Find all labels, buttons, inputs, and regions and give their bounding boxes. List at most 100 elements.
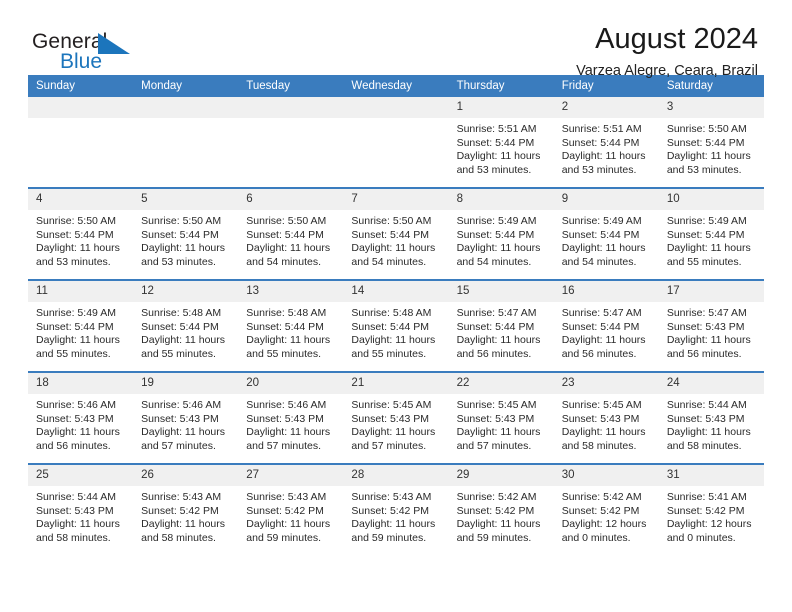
daylight-text: Daylight: 11 hours and 56 minutes.	[456, 334, 541, 360]
day-number: 5	[133, 189, 239, 210]
calendar-day-cell[interactable]: 31 Sunrise: 5:41 AM Sunset: 5:42 PM Dayligh…	[658, 463, 764, 555]
calendar-day-cell[interactable]: 9 Sunrise: 5:49 AM Sunset: 5:44 PM Daylight…	[553, 187, 659, 280]
calendar-day-cell-empty	[133, 97, 239, 188]
day-number: 31	[658, 465, 764, 486]
calendar-week-row: 11 Sunrise: 5:49 AM Sunset: 5:44 PM Dayligh…	[28, 279, 764, 372]
day-number: 4	[28, 189, 134, 210]
day-number: 27	[238, 465, 344, 486]
sunrise-text: Sunrise: 5:51 AM	[561, 123, 642, 135]
day-info: Sunrise: 5:46 AM Sunset: 5:43 PM Daylight:…	[133, 394, 238, 453]
daylight-text: Daylight: 11 hours and 58 minutes.	[36, 518, 120, 544]
calendar-day-cell[interactable]: 17 Sunrise: 5:47 AM Sunset: 5:43 PM Dayligh…	[658, 279, 764, 372]
calendar-day-cell-empty	[238, 97, 344, 188]
day-info: Sunrise: 5:47 AM Sunset: 5:44 PM Daylight:…	[449, 302, 554, 361]
day-number: 12	[133, 281, 239, 302]
day-number: 1	[448, 97, 554, 118]
day-info: Sunrise: 5:50 AM Sunset: 5:44 PM Daylight:…	[238, 210, 343, 269]
calendar-day-cell[interactable]: 19 Sunrise: 5:46 AM Sunset: 5:43 PM Dayligh…	[133, 371, 239, 464]
daylight-text: Daylight: 11 hours and 55 minutes.	[36, 334, 120, 360]
sunset-text: Sunset: 5:42 PM	[561, 504, 640, 517]
day-info: Sunrise: 5:48 AM Sunset: 5:44 PM Daylight:…	[238, 302, 343, 361]
calendar-day-cell[interactable]: 10 Sunrise: 5:49 AM Sunset: 5:44 PM Dayligh…	[658, 187, 764, 280]
day-number: 26	[133, 465, 239, 486]
daylight-text: Daylight: 11 hours and 56 minutes.	[666, 334, 751, 360]
day-number: 6	[238, 189, 344, 210]
calendar-day-cell[interactable]: 3 Sunrise: 5:50 AM Sunset: 5:44 PM Daylight…	[658, 97, 764, 188]
sunrise-text: Sunrise: 5:47 AM	[456, 307, 537, 319]
day-info: Sunrise: 5:50 AM Sunset: 5:44 PM Daylight:…	[659, 118, 764, 177]
sunrise-text: Sunrise: 5:43 AM	[141, 491, 222, 503]
day-number: 29	[448, 465, 554, 486]
calendar-day-cell[interactable]: 27 Sunrise: 5:43 AM Sunset: 5:42 PM Dayligh…	[238, 463, 344, 555]
sunset-text: Sunset: 5:44 PM	[561, 320, 640, 333]
sunrise-text: Sunrise: 5:50 AM	[141, 215, 222, 227]
daylight-text: Daylight: 11 hours and 54 minutes.	[456, 242, 541, 268]
day-info: Sunrise: 5:42 AM Sunset: 5:42 PM Daylight:…	[554, 486, 659, 545]
calendar-day-cell[interactable]: 5 Sunrise: 5:50 AM Sunset: 5:44 PM Daylight…	[133, 187, 239, 280]
daylight-text: Daylight: 11 hours and 56 minutes.	[561, 334, 646, 360]
sunset-text: Sunset: 5:44 PM	[561, 228, 640, 241]
day-number: 11	[28, 281, 134, 302]
day-number: 16	[553, 281, 659, 302]
day-info: Sunrise: 5:49 AM Sunset: 5:44 PM Daylight:…	[449, 210, 554, 269]
calendar-day-cell[interactable]: 25 Sunrise: 5:44 AM Sunset: 5:43 PM Dayligh…	[28, 463, 134, 555]
general-blue-logo[interactable]: General Blue	[32, 30, 152, 76]
calendar-day-cell[interactable]: 29 Sunrise: 5:42 AM Sunset: 5:42 PM Dayligh…	[448, 463, 554, 555]
page-subtitle: Varzea Alegre, Ceara, Brazil	[576, 63, 758, 79]
title-block: August 2024 Varzea Alegre, Ceara, Brazil	[576, 22, 758, 82]
daylight-text: Daylight: 11 hours and 53 minutes.	[141, 242, 225, 268]
sunrise-text: Sunrise: 5:44 AM	[666, 399, 747, 411]
calendar-day-cell[interactable]: 22 Sunrise: 5:45 AM Sunset: 5:43 PM Dayligh…	[448, 371, 554, 464]
calendar-day-cell[interactable]: 26 Sunrise: 5:43 AM Sunset: 5:42 PM Dayligh…	[133, 463, 239, 555]
sunset-text: Sunset: 5:44 PM	[456, 136, 535, 149]
calendar-table: Sunday Monday Tuesday Wednesday Thursday…	[28, 75, 764, 555]
daylight-text: Daylight: 11 hours and 55 minutes.	[141, 334, 225, 360]
calendar-day-cell[interactable]: 23 Sunrise: 5:45 AM Sunset: 5:43 PM Dayligh…	[553, 371, 659, 464]
sunrise-text: Sunrise: 5:43 AM	[351, 491, 432, 503]
sunset-text: Sunset: 5:44 PM	[666, 136, 745, 149]
calendar-day-cell[interactable]: 2 Sunrise: 5:51 AM Sunset: 5:44 PM Daylight…	[553, 97, 659, 188]
sunset-text: Sunset: 5:44 PM	[351, 228, 430, 241]
daylight-text: Daylight: 11 hours and 53 minutes.	[456, 150, 541, 176]
sunset-text: Sunset: 5:42 PM	[351, 504, 430, 517]
calendar-day-cell[interactable]: 30 Sunrise: 5:42 AM Sunset: 5:42 PM Dayligh…	[553, 463, 659, 555]
sunrise-text: Sunrise: 5:46 AM	[141, 399, 222, 411]
sunrise-text: Sunrise: 5:48 AM	[141, 307, 222, 319]
calendar-day-cell[interactable]: 13 Sunrise: 5:48 AM Sunset: 5:44 PM Dayligh…	[238, 279, 344, 372]
day-info: Sunrise: 5:43 AM Sunset: 5:42 PM Daylight:…	[133, 486, 238, 545]
calendar-day-cell[interactable]: 24 Sunrise: 5:44 AM Sunset: 5:43 PM Dayligh…	[658, 371, 764, 464]
daylight-text: Daylight: 11 hours and 53 minutes.	[561, 150, 646, 176]
day-info: Sunrise: 5:48 AM Sunset: 5:44 PM Daylight:…	[133, 302, 238, 361]
calendar-day-cell[interactable]: 1 Sunrise: 5:51 AM Sunset: 5:44 PM Daylight…	[448, 97, 554, 188]
calendar-day-cell[interactable]: 6 Sunrise: 5:50 AM Sunset: 5:44 PM Daylight…	[238, 187, 344, 280]
page-header: General Blue August 2024 Varzea Alegre, …	[28, 0, 764, 79]
calendar-day-cell[interactable]: 7 Sunrise: 5:50 AM Sunset: 5:44 PM Daylight…	[343, 187, 449, 280]
calendar-day-cell[interactable]: 8 Sunrise: 5:49 AM Sunset: 5:44 PM Daylight…	[448, 187, 554, 280]
day-info: Sunrise: 5:44 AM Sunset: 5:43 PM Daylight:…	[659, 394, 764, 453]
daylight-text: Daylight: 11 hours and 59 minutes.	[456, 518, 541, 544]
sunrise-text: Sunrise: 5:47 AM	[561, 307, 642, 319]
calendar-day-cell[interactable]: 11 Sunrise: 5:49 AM Sunset: 5:44 PM Dayligh…	[28, 279, 134, 372]
calendar-day-cell[interactable]: 15 Sunrise: 5:47 AM Sunset: 5:44 PM Dayligh…	[448, 279, 554, 372]
calendar-day-cell[interactable]: 20 Sunrise: 5:46 AM Sunset: 5:43 PM Dayligh…	[238, 371, 344, 464]
calendar-day-cell[interactable]: 12 Sunrise: 5:48 AM Sunset: 5:44 PM Dayligh…	[133, 279, 239, 372]
calendar-day-cell[interactable]: 21 Sunrise: 5:45 AM Sunset: 5:43 PM Dayligh…	[343, 371, 449, 464]
day-info: Sunrise: 5:49 AM Sunset: 5:44 PM Daylight:…	[28, 302, 133, 361]
calendar-day-cell[interactable]: 28 Sunrise: 5:43 AM Sunset: 5:42 PM Dayligh…	[343, 463, 449, 555]
sunset-text: Sunset: 5:44 PM	[351, 320, 430, 333]
sunset-text: Sunset: 5:43 PM	[456, 412, 535, 425]
day-info: Sunrise: 5:49 AM Sunset: 5:44 PM Daylight:…	[554, 210, 659, 269]
sunrise-text: Sunrise: 5:49 AM	[561, 215, 642, 227]
calendar-day-cell[interactable]: 4 Sunrise: 5:50 AM Sunset: 5:44 PM Daylight…	[28, 187, 134, 280]
calendar-week-row: 1 Sunrise: 5:51 AM Sunset: 5:44 PM Daylight…	[28, 97, 764, 188]
daylight-text: Daylight: 11 hours and 54 minutes.	[246, 242, 331, 268]
day-number: 15	[448, 281, 554, 302]
calendar-day-cell[interactable]: 18 Sunrise: 5:46 AM Sunset: 5:43 PM Dayligh…	[28, 371, 134, 464]
sunrise-text: Sunrise: 5:44 AM	[36, 491, 116, 503]
calendar-day-cell[interactable]: 14 Sunrise: 5:48 AM Sunset: 5:44 PM Dayligh…	[343, 279, 449, 372]
weekday-header-thursday: Thursday	[448, 75, 554, 97]
sunset-text: Sunset: 5:42 PM	[246, 504, 324, 517]
daylight-text: Daylight: 11 hours and 55 minutes.	[666, 242, 751, 268]
calendar-day-cell[interactable]: 16 Sunrise: 5:47 AM Sunset: 5:44 PM Dayligh…	[553, 279, 659, 372]
sunrise-text: Sunrise: 5:50 AM	[246, 215, 327, 227]
